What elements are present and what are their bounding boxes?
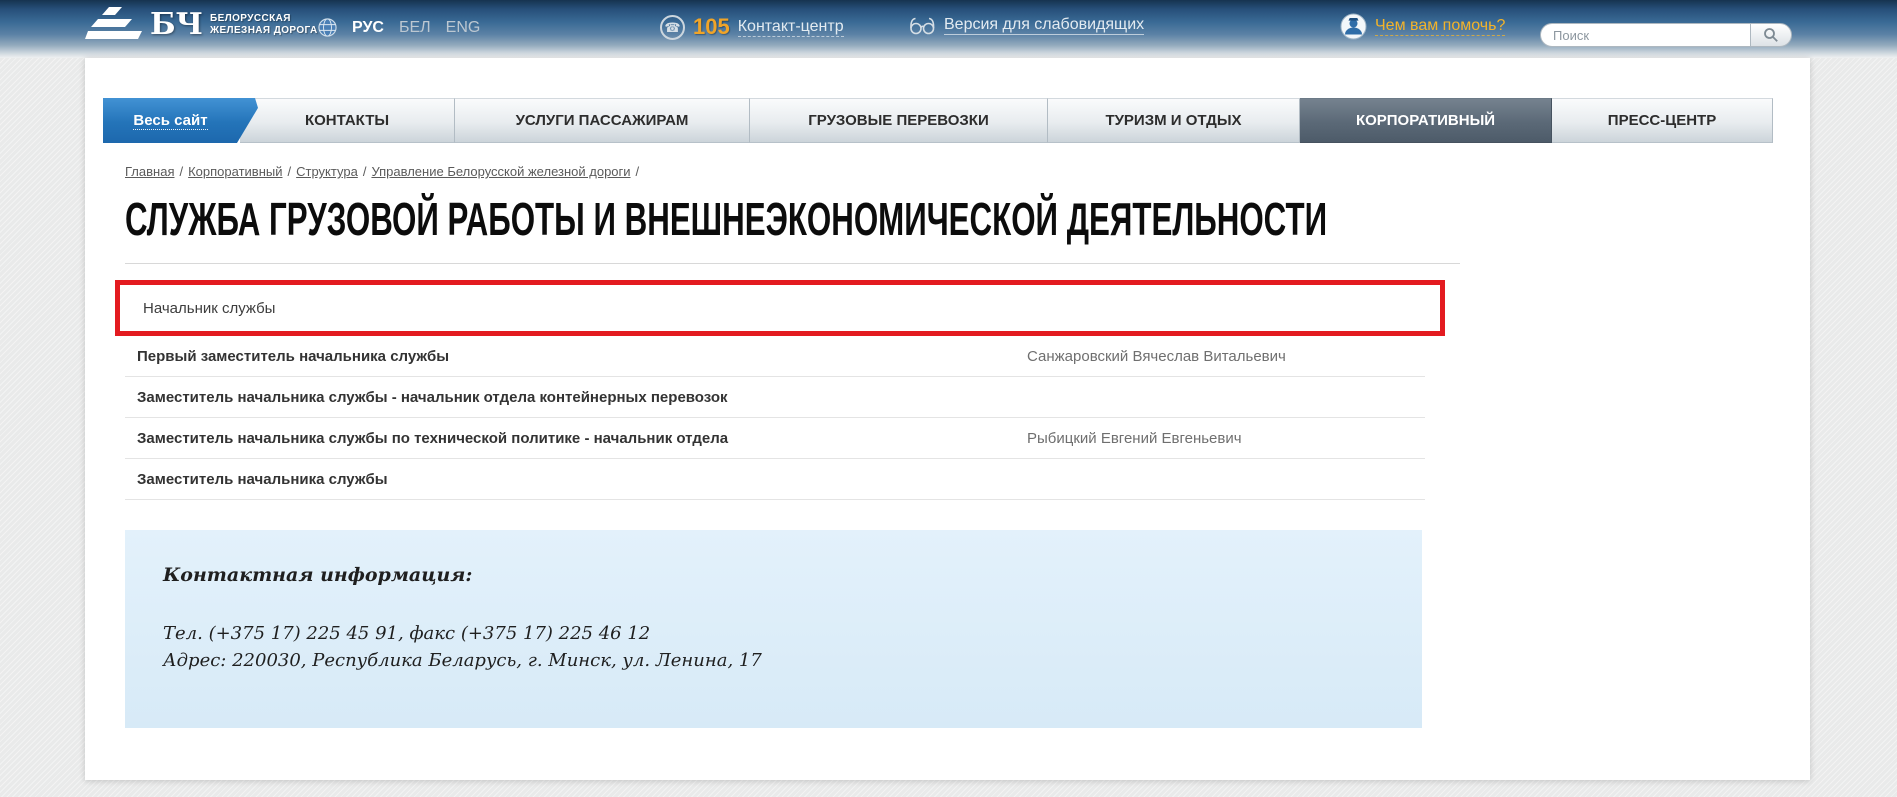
staff-position: Заместитель начальника службы (137, 471, 1027, 488)
lang-bel[interactable]: БЕЛ (399, 19, 431, 37)
staff-row-zam-konteiner: Заместитель начальника службы - начальни… (125, 377, 1425, 418)
language-switcher: РУС БЕЛ ENG (318, 18, 480, 37)
content-card: Весь сайт КОНТАКТЫ УСЛУГИ ПАССАЖИРАМ ГРУ… (85, 58, 1810, 780)
lang-eng[interactable]: ENG (446, 19, 481, 37)
breadcrumb: Главная/Корпоративный/Структура/Управлен… (125, 164, 644, 179)
page-title: СЛУЖБА ГРУЗОВОЙ РАБОТЫ И ВНЕШНЕЭКОНОМИЧЕ… (125, 196, 1327, 242)
contact-center-block: ☎ 105 Контакт-центр (660, 14, 844, 40)
phone-icon: ☎ (660, 15, 685, 40)
logo-text: БЕЛОРУССКАЯ ЖЕЛЕЗНАЯ ДОРОГА (210, 13, 318, 37)
staff-position: Начальник службы (143, 300, 1033, 317)
globe-icon (318, 18, 337, 37)
site-logo[interactable]: БЧ БЕЛОРУССКАЯ ЖЕЛЕЗНАЯ ДОРОГА (85, 6, 318, 44)
contact-center-number: 105 (693, 14, 730, 40)
staff-row-nachalnik[interactable]: Начальник службы (120, 285, 1440, 331)
railway-wing-icon (85, 6, 143, 44)
operator-avatar-icon (1340, 13, 1367, 40)
search-button[interactable] (1750, 23, 1792, 47)
tab-ves-sait[interactable]: Весь сайт (103, 98, 258, 143)
highlight-box: Начальник службы (115, 280, 1445, 336)
staff-row-zam-tehpolitika: Заместитель начальника службы по техниче… (125, 418, 1425, 459)
contact-center-link[interactable]: Контакт-центр (738, 18, 844, 37)
staff-position: Первый заместитель начальника службы (137, 348, 1027, 365)
help-block: Чем вам помочь? (1340, 13, 1505, 40)
title-divider (125, 263, 1460, 264)
contact-address-line: Адрес: 220030, Республика Беларусь, г. М… (163, 647, 1384, 674)
search-icon (1763, 27, 1779, 43)
lang-rus[interactable]: РУС (352, 19, 384, 37)
tab-gruzovye-perevozki[interactable]: ГРУЗОВЫЕ ПЕРЕВОЗКИ (750, 98, 1048, 143)
tab-korporativnyi[interactable]: КОРПОРАТИВНЫЙ (1300, 98, 1552, 143)
tab-press-centr[interactable]: ПРЕСС-ЦЕНТР (1552, 98, 1773, 143)
accessibility-block: Версия для слабовидящих (908, 16, 1144, 35)
staff-row-zam: Заместитель начальника службы (125, 459, 1425, 500)
logo-abbr: БЧ (150, 10, 203, 40)
breadcrumb-struktura[interactable]: Структура (296, 164, 358, 179)
site-search (1540, 23, 1792, 47)
tab-kontakty[interactable]: КОНТАКТЫ (240, 98, 455, 143)
staff-name: Санжаровский Вячеслав Витальевич (1027, 348, 1286, 365)
contact-phone-line: Тел. (+375 17) 225 45 91, факс (+375 17)… (163, 620, 1384, 647)
contact-info-box: Контактная информация: Тел. (+375 17) 22… (125, 530, 1422, 728)
staff-name: Рыбицкий Евгений Евгеньевич (1027, 430, 1242, 447)
site-header: БЧ БЕЛОРУССКАЯ ЖЕЛЕЗНАЯ ДОРОГА РУС БЕЛ E… (0, 0, 1897, 58)
tab-turizm-i-otdyh[interactable]: ТУРИЗМ И ОТДЫХ (1048, 98, 1300, 143)
accessibility-link[interactable]: Версия для слабовидящих (944, 16, 1144, 35)
search-input[interactable] (1540, 23, 1750, 47)
breadcrumb-glavnaya[interactable]: Главная (125, 164, 174, 179)
staff-position: Заместитель начальника службы по техниче… (137, 430, 1027, 447)
tab-uslugi-passazhiram[interactable]: УСЛУГИ ПАССАЖИРАМ (455, 98, 750, 143)
breadcrumb-korporativnyi[interactable]: Корпоративный (188, 164, 282, 179)
breadcrumb-upravlenie[interactable]: Управление Белорусской железной дороги (371, 164, 630, 179)
main-navigation: Весь сайт КОНТАКТЫ УСЛУГИ ПАССАЖИРАМ ГРУ… (103, 98, 1773, 143)
staff-row-pervyi-zam: Первый заместитель начальника службы Сан… (125, 336, 1425, 377)
contact-info-title: Контактная информация: (163, 564, 1384, 586)
staff-position: Заместитель начальника службы - начальни… (137, 389, 1027, 406)
glasses-icon (908, 17, 936, 35)
help-link[interactable]: Чем вам помочь? (1375, 17, 1505, 36)
staff-table: Начальник службы Первый заместитель нача… (125, 280, 1425, 500)
